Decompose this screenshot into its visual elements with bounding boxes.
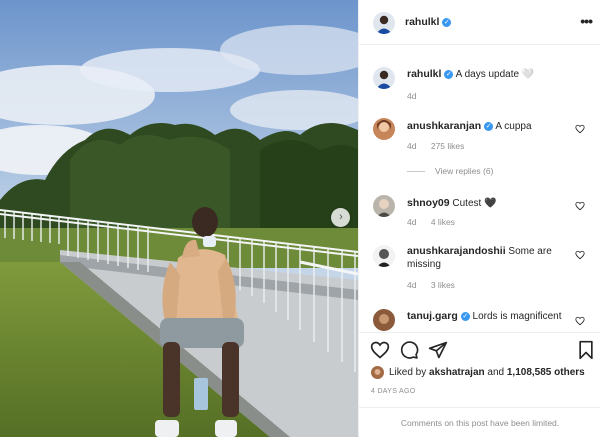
avatar[interactable]: [373, 67, 395, 89]
comment-time[interactable]: 4d: [407, 330, 416, 331]
carousel-next-button[interactable]: ›: [331, 208, 350, 227]
avatar-image: [373, 245, 395, 267]
caption-time[interactable]: 4d: [407, 91, 416, 101]
comment-body: tanuj.garg ✓ Lords is magnificent: [407, 310, 567, 323]
avatar-image: [373, 12, 395, 34]
comment-time[interactable]: 4d: [407, 217, 416, 227]
comment-username[interactable]: shnoy09: [407, 197, 450, 209]
like-comment-heart-icon[interactable]: [575, 124, 585, 134]
avatar-image: [373, 67, 395, 89]
save-bookmark-icon[interactable]: [576, 340, 596, 360]
more-options-icon[interactable]: •••: [580, 13, 593, 29]
comment-meta: 4d 3 likes: [407, 280, 467, 290]
view-replies-button[interactable]: View replies (6): [407, 166, 493, 176]
avatar-image: [373, 195, 395, 217]
verified-badge-icon: ✓: [484, 121, 494, 131]
avatar[interactable]: [373, 12, 395, 34]
post-photo[interactable]: ›: [0, 0, 358, 437]
comment-username[interactable]: anushkarajandoshii: [407, 245, 506, 257]
comment-meta: 4d: [407, 330, 428, 331]
comment-meta: 4d 4 likes: [407, 217, 467, 227]
liked-by-and: and: [487, 367, 505, 378]
avatar-image: [373, 118, 395, 140]
share-paper-plane-icon[interactable]: [428, 340, 448, 360]
liked-by-prefix: Liked by: [389, 367, 427, 378]
likes-count-link[interactable]: 1,108,585 others: [507, 367, 585, 378]
avatar-image: [371, 366, 384, 379]
replies-divider: [407, 171, 425, 173]
caption-text: A days update 🤍: [455, 69, 535, 80]
comment-bubble-icon[interactable]: [399, 340, 419, 360]
comment-likes[interactable]: 4 likes: [431, 217, 455, 227]
view-replies-label: View replies (6): [435, 166, 494, 176]
liked-by-username[interactable]: akshatrajan: [429, 367, 485, 378]
comment-meta: 4d 275 likes: [407, 141, 476, 151]
avatar-image: [373, 309, 395, 331]
photo-scene: [0, 0, 358, 437]
comment-time[interactable]: 4d: [407, 141, 416, 151]
verified-badge-icon: ✓: [444, 69, 454, 79]
avatar[interactable]: [373, 195, 395, 217]
comment-username[interactable]: anushkaranjan: [407, 120, 481, 132]
chevron-right-icon: ›: [339, 211, 343, 223]
like-comment-heart-icon[interactable]: [575, 201, 585, 211]
comment-likes[interactable]: 275 likes: [431, 141, 465, 151]
post-timestamp[interactable]: 4 DAYS AGO: [371, 388, 416, 395]
comment-body: anushkaranjan ✓ A cuppa: [407, 120, 567, 133]
avatar[interactable]: [373, 245, 395, 267]
liked-by-avatar[interactable]: [371, 366, 384, 379]
verified-badge-icon: ✓: [460, 311, 470, 321]
comments-limited-notice: Comments on this post have been limited.: [359, 407, 600, 437]
post-header: rahulkl ✓ •••: [359, 0, 600, 45]
like-comment-heart-icon[interactable]: [575, 250, 585, 260]
caption-username[interactable]: rahulkl: [407, 68, 441, 80]
comment-time[interactable]: 4d: [407, 280, 416, 290]
comment-username[interactable]: tanuj.garg: [407, 310, 458, 322]
like-comment-heart-icon[interactable]: [575, 316, 585, 326]
header-user: rahulkl ✓: [405, 16, 452, 28]
comment-body: shnoy09 Cutest 🖤: [407, 197, 567, 210]
comment-body: anushkarajandoshii Some are missing: [407, 245, 567, 271]
caption-body: rahulkl ✓ A days update 🤍: [407, 68, 567, 81]
comment-text: Cutest 🖤: [452, 198, 497, 209]
verified-badge-icon: ✓: [442, 17, 452, 27]
comments-list: rahulkl ✓ A days update 🤍 4d anushkaranj…: [359, 46, 600, 331]
comment-text: A cuppa: [495, 121, 532, 132]
likes-summary: Liked by akshatrajan and 1,108,585 other…: [371, 366, 585, 379]
comment-likes[interactable]: 3 likes: [431, 280, 455, 290]
post-author-username[interactable]: rahulkl: [405, 16, 439, 28]
like-heart-icon[interactable]: [370, 340, 390, 360]
avatar[interactable]: [373, 309, 395, 331]
avatar[interactable]: [373, 118, 395, 140]
post-side-panel: rahulkl✓ ••• rahulkl✓ A days update 🤍: [358, 0, 600, 437]
post-actions: Liked by akshatrajan and 1,108,585 other…: [359, 332, 600, 437]
comment-text: Lords is magnificent: [472, 311, 562, 322]
instagram-post: › rahulkl ✓ ••• rahulkl ✓ A days update …: [0, 0, 600, 437]
caption-meta: 4d: [407, 91, 428, 101]
